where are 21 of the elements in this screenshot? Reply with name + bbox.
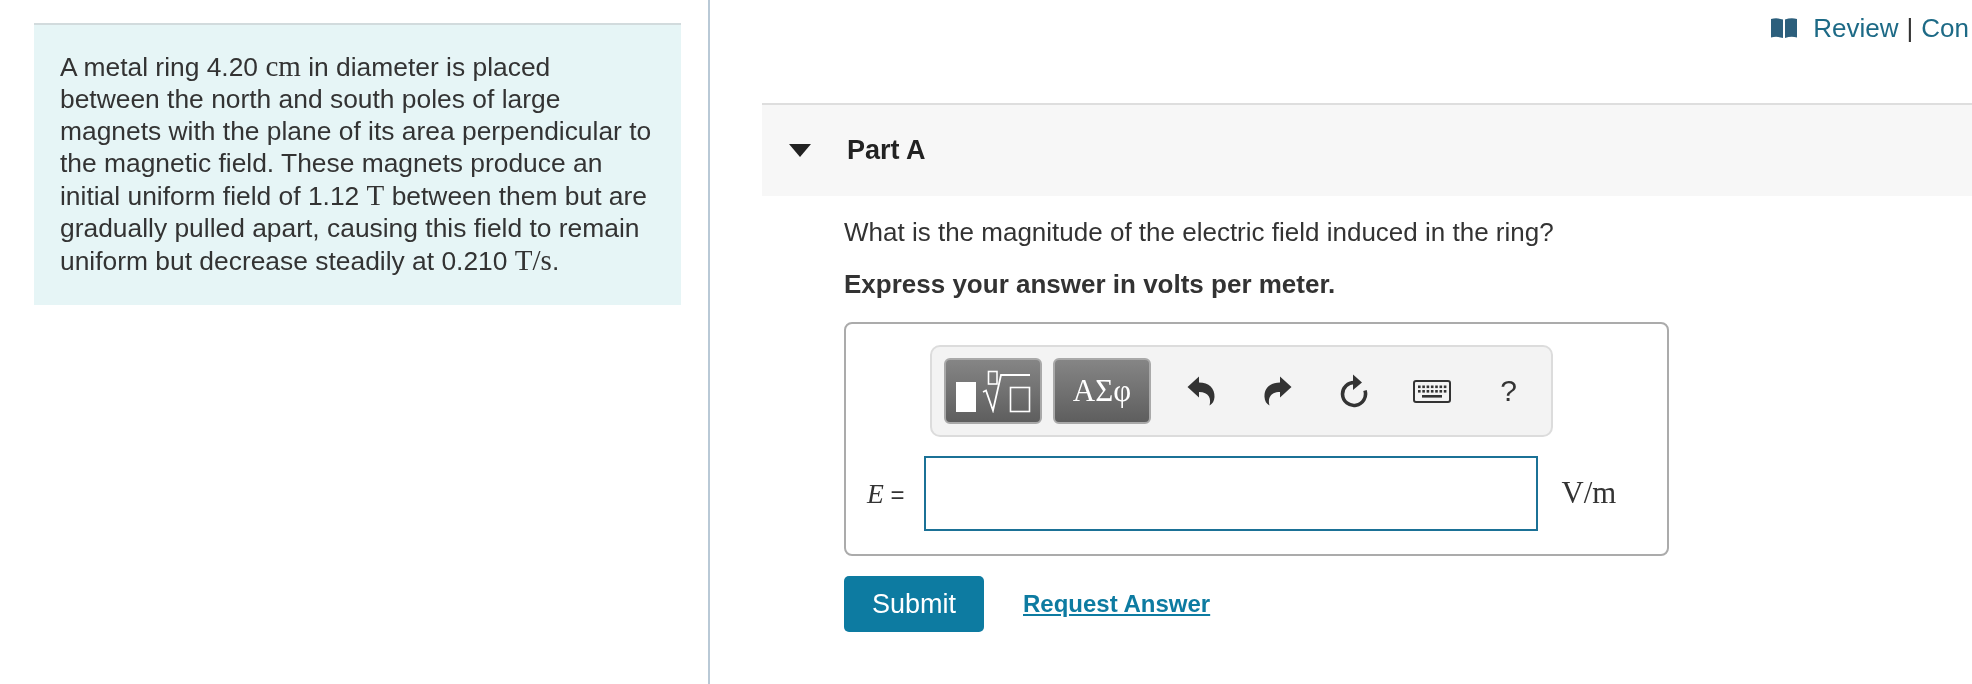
redo-icon[interactable] bbox=[1263, 376, 1292, 406]
caret-icon[interactable] bbox=[789, 144, 811, 157]
instruction-text: Express your answer in volts per meter. bbox=[844, 269, 1337, 299]
unit-label: V/m bbox=[1561, 476, 1617, 511]
answer-field[interactable] bbox=[923, 456, 1538, 531]
submit-button[interactable]: Submit bbox=[844, 576, 984, 632]
undo-icon[interactable] bbox=[1186, 376, 1215, 406]
question-text: What is the magnitude of the electric field induced in the ring? bbox=[844, 217, 1555, 247]
square-root-icon bbox=[955, 369, 1031, 413]
problem-text: A metal ring 4.20 cm in diameter is placed between the north and south poles of large magnets with the plane of its area perpendicular to the magnetic field. These magnets produce an initial uniform field of 1.12 T between them but are gradually pulled apart, causing this field to remain uniform but decrease steadily at 0.210 T/s. bbox=[60, 50, 653, 277]
variable-label: E = bbox=[867, 477, 905, 510]
header-link[interactable]: Con bbox=[1921, 14, 1969, 42]
templates-button[interactable] bbox=[944, 358, 1042, 424]
symbols-button[interactable]: ΑΣφ bbox=[1053, 358, 1151, 424]
link-separator: | bbox=[1906, 14, 1914, 42]
keyboard-icon[interactable] bbox=[1412, 379, 1451, 403]
book-icon[interactable] bbox=[1771, 18, 1798, 38]
request-answer-link[interactable]: Request Answer bbox=[1023, 590, 1211, 618]
help-button[interactable]: ? bbox=[1500, 374, 1517, 408]
part-title: Part A bbox=[847, 135, 926, 166]
header-link[interactable]: Review bbox=[1813, 14, 1899, 42]
